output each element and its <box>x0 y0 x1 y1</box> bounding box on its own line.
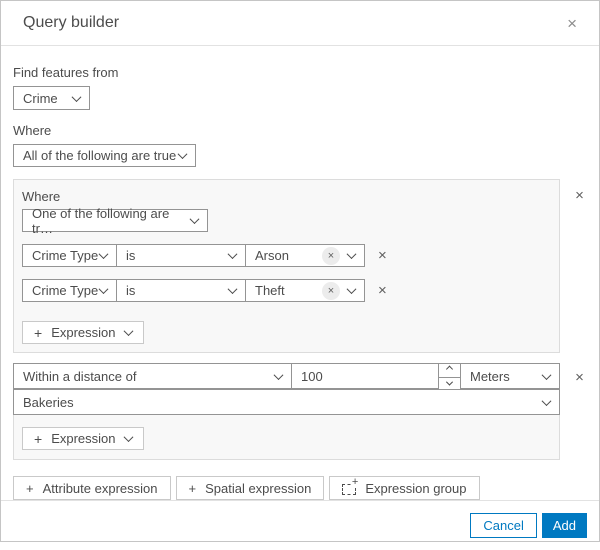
add-expression-label: Expression <box>51 325 116 340</box>
chevron-down-icon <box>346 249 357 260</box>
chevron-down-icon <box>71 91 82 102</box>
add-expression-group-button[interactable]: + Expression group <box>329 476 480 500</box>
chevron-down-icon <box>177 149 188 160</box>
plus-icon: + <box>34 324 43 341</box>
plus-icon: + <box>34 430 43 447</box>
distance-input-wrap <box>291 364 438 388</box>
dialog-title: Query builder <box>23 14 120 31</box>
value-select[interactable]: Arson × <box>245 244 365 267</box>
group-logic-operator-select[interactable]: One of the following are tr… <box>22 206 208 236</box>
field-select[interactable]: Crime Type <box>22 244 117 267</box>
add-expression-label: Expression <box>51 431 116 446</box>
chevron-down-icon <box>541 395 552 406</box>
dialog-header: Query builder × <box>1 1 599 46</box>
chevron-down-icon <box>227 249 238 260</box>
expression-group-label: Expression group <box>365 480 467 496</box>
plus-icon: + <box>350 476 360 488</box>
target-layer-select[interactable]: Bakeries <box>13 389 560 415</box>
field-select-value: Crime Type <box>32 248 99 263</box>
chevron-down-icon <box>189 214 200 225</box>
plus-icon: + <box>26 480 34 496</box>
expression-group-1: Where One of the following are tr… Crime… <box>13 179 587 353</box>
add-attribute-expression-button[interactable]: + Attribute expression <box>13 476 171 500</box>
value-select[interactable]: Theft × <box>245 279 365 302</box>
expression-group-2-panel: Within a distance of Meters <box>13 363 560 460</box>
operator-select-value: is <box>126 248 136 263</box>
add-expression-button[interactable]: + Expression <box>22 427 144 450</box>
add-expression-button[interactable]: + Expression <box>22 321 144 344</box>
distance-stepper <box>438 364 460 390</box>
where-label: Where <box>13 123 52 138</box>
spatial-expression-row: Within a distance of Meters <box>13 363 560 390</box>
chevron-down-icon <box>541 369 552 380</box>
expression-row: Crime Type is Arson × × <box>22 244 551 267</box>
field-select-value: Crime Type <box>32 283 99 298</box>
dialog-body: Find features from Crime Where All of th… <box>1 46 599 500</box>
expression-group-icon: + <box>342 477 360 495</box>
expression-toolbar: + Attribute expression + Spatial express… <box>13 476 587 500</box>
value-select-value: Theft <box>255 283 285 298</box>
remove-expression-button[interactable]: × <box>378 248 387 263</box>
close-icon[interactable]: × <box>559 11 585 36</box>
remove-group-button[interactable]: × <box>560 363 599 386</box>
expression-row: Crime Type is Theft × × <box>22 279 551 302</box>
operator-select[interactable]: is <box>116 244 246 267</box>
add-spatial-expression-button[interactable]: + Spatial expression <box>175 476 325 500</box>
spatial-operator-value: Within a distance of <box>23 368 137 384</box>
logic-operator-value: All of the following are true <box>23 148 177 163</box>
clear-value-icon[interactable]: × <box>322 246 340 265</box>
cancel-button[interactable]: Cancel <box>470 513 537 538</box>
attribute-expression-label: Attribute expression <box>42 480 158 496</box>
group-2-footer: + Expression <box>14 415 559 459</box>
expression-group-1-panel: Where One of the following are tr… Crime… <box>13 179 560 353</box>
clear-value-icon[interactable]: × <box>322 281 340 300</box>
layer-select-value: Crime <box>23 90 58 106</box>
chevron-down-icon <box>273 369 284 380</box>
group-where-label: Where <box>22 189 61 204</box>
chevron-up-icon <box>445 365 454 373</box>
expression-group-2: Within a distance of Meters <box>13 363 587 460</box>
distance-input[interactable] <box>292 364 438 388</box>
chevron-down-icon <box>445 378 454 386</box>
remove-group-button[interactable]: × <box>560 179 599 204</box>
chevron-down-icon <box>227 284 238 295</box>
chevron-down-icon <box>123 326 133 337</box>
chevron-down-icon <box>98 249 109 260</box>
unit-select-value: Meters <box>470 368 510 384</box>
unit-select[interactable]: Meters <box>460 364 559 388</box>
operator-select[interactable]: is <box>116 279 246 302</box>
query-builder-dialog: Query builder × Find features from Crime… <box>0 0 600 542</box>
dialog-footer: Cancel Add <box>1 500 599 550</box>
group-logic-operator-value: One of the following are tr… <box>32 205 170 236</box>
target-layer-value: Bakeries <box>23 394 74 410</box>
layer-select[interactable]: Crime <box>13 86 90 110</box>
chevron-down-icon <box>98 284 109 295</box>
spatial-operator-select[interactable]: Within a distance of <box>14 364 291 388</box>
plus-icon: + <box>188 480 197 496</box>
stepper-up-button[interactable] <box>439 364 460 378</box>
chevron-down-icon <box>346 284 357 295</box>
spatial-expression-label: Spatial expression <box>205 480 312 496</box>
operator-select-value: is <box>126 283 136 298</box>
find-features-label: Find features from <box>13 65 119 80</box>
chevron-down-icon <box>123 432 133 443</box>
logic-operator-select[interactable]: All of the following are true <box>13 144 196 167</box>
remove-expression-button[interactable]: × <box>378 283 387 298</box>
value-select-value: Arson <box>255 248 289 263</box>
add-button[interactable]: Add <box>541 513 587 538</box>
field-select[interactable]: Crime Type <box>22 279 117 302</box>
